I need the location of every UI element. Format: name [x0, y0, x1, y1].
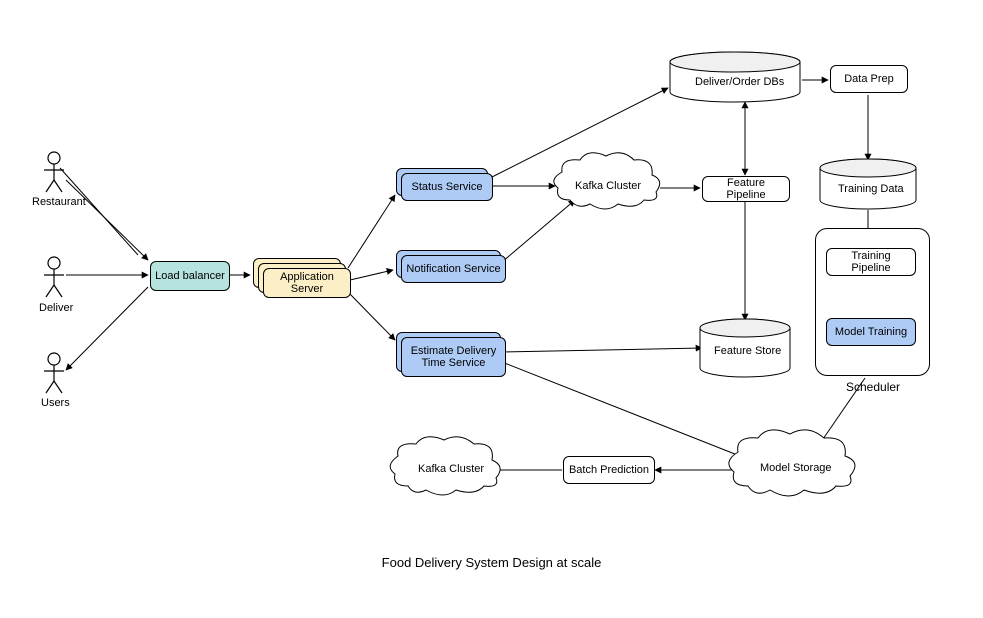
- training-pipeline-label: Training Pipeline: [831, 250, 911, 274]
- load-balancer-label: Load balancer: [155, 270, 225, 282]
- feature-pipeline: Feature Pipeline: [702, 176, 790, 202]
- diagram-title: Food Delivery System Design at scale: [0, 555, 983, 570]
- batch-prediction: Batch Prediction: [563, 456, 655, 484]
- diagram-canvas: Restaurant Deliver Users Load balancer A…: [0, 0, 983, 618]
- data-prep-label: Data Prep: [844, 73, 894, 85]
- load-balancer: Load balancer: [150, 261, 230, 291]
- kafka-cluster-2-label: Kafka Cluster: [418, 463, 484, 475]
- actor-deliver-label: Deliver: [39, 302, 73, 314]
- model-training: Model Training: [826, 318, 916, 346]
- estimate-service-label: Estimate Delivery Time Service: [411, 345, 497, 369]
- actor-restaurant-label: Restaurant: [32, 196, 86, 208]
- notification-service-label: Notification Service: [406, 263, 500, 275]
- training-data-label: Training Data: [838, 183, 904, 195]
- status-service-label: Status Service: [412, 181, 483, 193]
- deliver-order-dbs-label: Deliver/Order DBs: [695, 76, 784, 88]
- kafka-cluster-1-label: Kafka Cluster: [575, 180, 641, 192]
- batch-prediction-label: Batch Prediction: [569, 464, 649, 476]
- data-prep: Data Prep: [830, 65, 908, 93]
- training-pipeline: Training Pipeline: [826, 248, 916, 276]
- model-storage-label: Model Storage: [760, 462, 832, 474]
- feature-store-label: Feature Store: [714, 345, 781, 357]
- actor-users-label: Users: [41, 397, 70, 409]
- notification-service: Notification Service: [401, 255, 506, 283]
- model-training-label: Model Training: [835, 326, 907, 338]
- status-service: Status Service: [401, 173, 493, 201]
- estimate-service: Estimate Delivery Time Service: [401, 337, 506, 377]
- app-server: Application Server: [263, 268, 351, 298]
- feature-pipeline-label: Feature Pipeline: [707, 177, 785, 201]
- app-server-label: Application Server: [268, 271, 346, 295]
- scheduler-label: Scheduler: [846, 380, 900, 394]
